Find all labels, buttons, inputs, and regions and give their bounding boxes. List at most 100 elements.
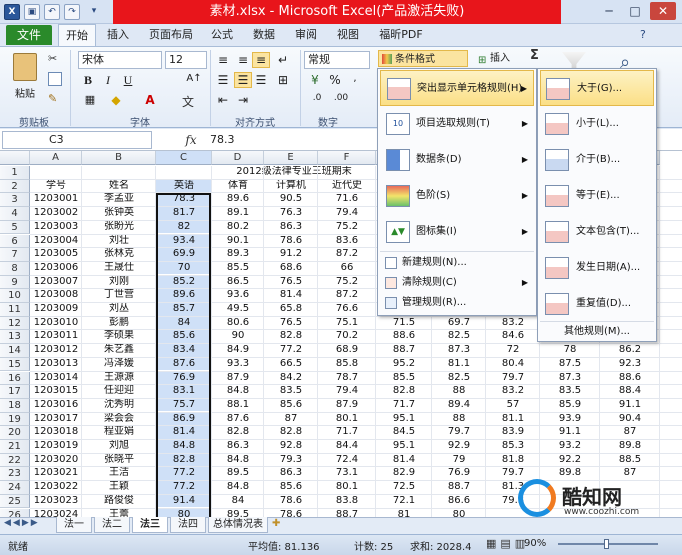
sheet-tab-fa1[interactable]: 法一 xyxy=(56,517,92,533)
data-cell[interactable]: 69.9 xyxy=(156,248,212,261)
menu-item-clear-rules[interactable]: 清除规则(C) ▶ xyxy=(380,273,534,293)
tab-file[interactable]: 文件 xyxy=(6,25,52,45)
data-cell[interactable]: 95.1 xyxy=(376,413,432,426)
close-button[interactable]: ✕ xyxy=(650,2,676,20)
cut-icon[interactable]: ✂ xyxy=(48,52,62,66)
data-cell[interactable]: 冯泽媛 xyxy=(82,358,156,371)
data-cell[interactable]: 1203006 xyxy=(30,262,82,275)
menu-item-greater-than[interactable]: 大于(G)... xyxy=(540,70,654,106)
data-cell[interactable]: 83.6 xyxy=(318,235,376,248)
align-bottom-icon[interactable]: ≡ xyxy=(252,52,270,68)
row-header[interactable]: 11 xyxy=(0,303,30,317)
data-cell[interactable]: 71.6 xyxy=(318,193,376,206)
accounting-icon[interactable]: ¥ xyxy=(306,72,324,88)
data-cell[interactable]: 1203019 xyxy=(30,440,82,453)
data-cell[interactable]: 李孟亚 xyxy=(82,193,156,206)
fill-color-icon[interactable]: ◆ xyxy=(106,92,126,108)
data-cell[interactable]: 刘旭 xyxy=(82,440,156,453)
data-cell[interactable]: 路俊俊 xyxy=(82,495,156,508)
data-cell[interactable]: 张林克 xyxy=(82,248,156,261)
sheet-title-cell[interactable]: 2012级法律专业三班期末 xyxy=(212,166,376,179)
data-cell[interactable]: 张盼光 xyxy=(82,221,156,234)
align-center-icon[interactable]: ☰ xyxy=(234,72,252,88)
data-cell[interactable]: 80.4 xyxy=(486,358,540,371)
data-cell[interactable]: 82.5 xyxy=(432,330,486,343)
data-cell[interactable]: 90.1 xyxy=(212,235,264,248)
save-icon[interactable]: ▣ xyxy=(24,4,40,20)
paste-button[interactable]: 粘贴 xyxy=(8,50,42,106)
column-header[interactable]: A xyxy=(30,151,82,165)
data-cell[interactable]: 84.8 xyxy=(212,481,264,494)
data-cell[interactable]: 95.2 xyxy=(376,358,432,371)
bold-button[interactable]: B xyxy=(80,72,96,88)
tab-review[interactable]: 审阅 xyxy=(288,24,324,46)
row-header[interactable]: 4 xyxy=(0,207,30,221)
data-cell[interactable]: 88 xyxy=(432,385,486,398)
row-header[interactable]: 1 xyxy=(0,166,30,180)
data-cell[interactable]: 87.6 xyxy=(212,413,264,426)
sheet-tab-fa2[interactable]: 法二 xyxy=(94,517,130,533)
align-middle-icon[interactable]: ≡ xyxy=(234,52,252,68)
data-cell[interactable]: 79.7 xyxy=(432,426,486,439)
select-all-corner[interactable] xyxy=(0,151,30,165)
row-header[interactable]: 12 xyxy=(0,316,30,331)
data-cell[interactable]: 79.3 xyxy=(264,454,318,467)
data-cell[interactable]: 李硕果 xyxy=(82,330,156,343)
data-cell[interactable]: 86.6 xyxy=(432,495,486,508)
row-header[interactable]: 9 xyxy=(0,275,30,290)
data-cell[interactable]: 91.2 xyxy=(264,248,318,261)
menu-item-manage-rules[interactable]: 管理规则(R)... xyxy=(380,293,534,313)
data-cell[interactable]: 93.4 xyxy=(156,234,212,248)
data-cell[interactable]: 86.9 xyxy=(156,412,212,426)
data-cell[interactable]: 72.1 xyxy=(376,495,432,508)
data-cell[interactable]: 82.8 xyxy=(376,385,432,398)
data-cell[interactable]: 79.7 xyxy=(486,372,540,385)
data-cell[interactable]: 81.7 xyxy=(156,207,212,220)
data-cell[interactable]: 80.6 xyxy=(212,317,264,330)
new-sheet-icon[interactable]: ✚ xyxy=(272,518,286,532)
data-cell[interactable]: 1203016 xyxy=(30,399,82,412)
row-header[interactable]: 5 xyxy=(0,220,30,235)
data-cell[interactable]: 1203023 xyxy=(30,495,82,508)
data-cell[interactable]: 1203015 xyxy=(30,385,82,398)
column-header[interactable]: C xyxy=(156,151,212,165)
data-cell[interactable]: 89.4 xyxy=(432,399,486,412)
data-cell[interactable]: 刘丛 xyxy=(82,303,156,316)
data-cell[interactable]: 86.3 xyxy=(264,221,318,234)
data-cell[interactable]: 83.4 xyxy=(156,344,212,357)
data-cell[interactable]: 83.5 xyxy=(540,385,600,398)
data-cell[interactable]: 1203008 xyxy=(30,289,82,302)
data-cell[interactable]: 85.3 xyxy=(486,440,540,453)
tab-data[interactable]: 数据 xyxy=(246,24,282,46)
data-cell[interactable]: 85.6 xyxy=(264,481,318,494)
data-cell[interactable]: 87 xyxy=(264,413,318,426)
data-cell[interactable]: 70 xyxy=(156,261,212,275)
menu-item-highlight-rules[interactable]: 突出显示单元格规则(H) ▶ xyxy=(380,70,534,106)
data-cell[interactable]: 85.2 xyxy=(156,275,212,289)
data-cell[interactable]: 83.9 xyxy=(486,426,540,439)
data-cell[interactable]: 1203002 xyxy=(30,207,82,220)
data-cell[interactable]: 88.6 xyxy=(600,372,660,385)
data-cell[interactable]: 76.3 xyxy=(264,207,318,220)
data-cell[interactable]: 71.5 xyxy=(376,317,432,330)
data-cell[interactable]: 81.4 xyxy=(376,454,432,467)
data-cell[interactable]: 89.6 xyxy=(156,289,212,302)
data-cell[interactable]: 92.8 xyxy=(264,440,318,453)
data-cell[interactable]: 1203013 xyxy=(30,358,82,371)
data-cell[interactable]: 1203001 xyxy=(30,193,82,206)
underline-button[interactable]: U xyxy=(120,72,136,88)
data-cell[interactable]: 1203022 xyxy=(30,481,82,494)
data-cell[interactable]: 84.9 xyxy=(212,344,264,357)
insert-cells-button[interactable]: ⊞ 插入 xyxy=(476,50,522,67)
data-cell[interactable]: 82.8 xyxy=(156,453,212,467)
percent-button[interactable]: % xyxy=(326,72,344,88)
header-history[interactable]: 近代史 xyxy=(318,180,376,193)
menu-item-icon-sets[interactable]: 图标集(I) ▶ ▲▼ xyxy=(380,214,534,250)
data-cell[interactable]: 85.7 xyxy=(156,303,212,316)
row-header[interactable]: 6 xyxy=(0,234,30,249)
comma-icon[interactable]: , xyxy=(346,72,364,88)
data-cell[interactable]: 沈秀明 xyxy=(82,399,156,412)
wrap-text-icon[interactable]: ↵ xyxy=(274,52,292,68)
tab-page-layout[interactable]: 页面布局 xyxy=(142,24,200,46)
decrease-decimal-icon[interactable]: .00 xyxy=(330,92,352,108)
